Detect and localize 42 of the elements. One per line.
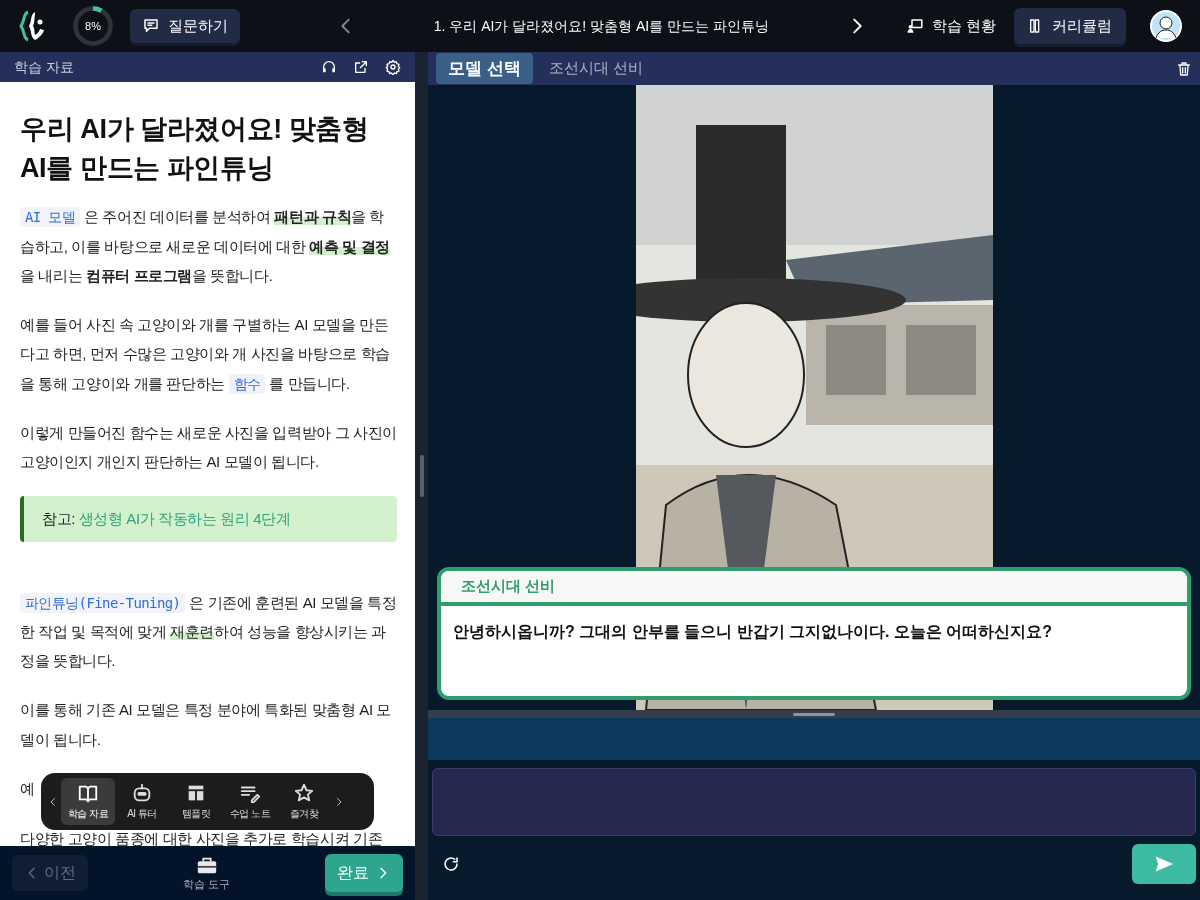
chat-icon [142,17,160,35]
lesson-title: 1. 우리 AI가 달라졌어요! 맞춤형 AI를 만드는 파인튜닝 [432,16,771,36]
tool-tab[interactable]: 템플릿 [169,778,223,825]
paragraph: 예 [20,778,36,799]
panel-title: 학습 자료 [14,57,75,77]
model-tab[interactable]: 모델 선택 [436,52,533,85]
ask-button[interactable]: 질문하기 [130,8,240,44]
paragraph: 파인튜닝(Fine-Tuning) 은 기존에 훈련된 AI 모델을 특정한 작업 및 목적에 맞게 재훈련하여 성능을 향상시키는 과정을 뜻합니다. [20,591,397,672]
paragraph: 이렇게 만들어진 함수는 새로운 사진을 입력받아 그 사진이 고양이인지 개인지 판단하는 AI 모델이 됩니다. [20,422,397,473]
progress-ring [72,5,114,47]
paragraph: AI 모델 은 주어진 데이터를 분석하여 패턴과 규칙을 학습하고, 이를 바탕으로 새로운 데이터에 대한 예측 및 결정 을 내리는 컴퓨터 프로그램을 뜻합니다. [20,206,391,286]
send-button[interactable] [1132,844,1196,884]
tool-tab[interactable]: 학습 자료 [61,778,115,825]
refresh-button[interactable] [442,855,460,873]
delete-button[interactable] [1176,60,1192,77]
settings-button[interactable] [385,59,401,75]
open-external-button[interactable] [353,59,369,75]
article-heading: 우리 AI가 달라졌어요! 맞춤형 AI를 만드는 파인튜닝 [20,113,370,186]
model-tab[interactable]: 조선시대 선비 [536,54,655,83]
learning-status-link[interactable]: 학습 현황 [905,14,996,38]
settings-icon [385,59,401,75]
curriculum-button[interactable]: 커리큘럼 [1014,7,1126,45]
robot-icon [131,782,153,804]
refresh-icon [442,855,460,873]
message-input[interactable] [432,768,1196,836]
speaker-name: 조선시대 선비 [461,577,556,594]
presenter-icon [905,17,924,35]
trash-icon [1176,60,1192,77]
star-icon [293,782,315,804]
paragraph: 다양한 고양이 품종에 대한 사진을 추가로 학습시켜 기존 [20,830,384,846]
external-link-icon [353,59,369,75]
progress-percent: 8% [85,18,101,34]
dialog-message: 안녕하시옵니까? 그대의 안부를 들으니 반갑기 그지없나이다. 오늘은 어떠하신지요? [452,621,1054,642]
avatar[interactable] [1150,10,1182,42]
paragraph: 이를 통해 기존 AI 모델은 특정 분야에 특화된 맞춤형 AI 모델이 됩니다. [20,700,393,750]
learning-tools-button[interactable]: 학습 도구 [176,852,237,894]
tool-tab[interactable]: 즐겨찾 [277,778,331,825]
tool-tab[interactable]: 수업 노트 [223,778,277,825]
send-icon [1154,854,1174,874]
note-label: 참고: [42,510,75,528]
paragraph: 예를 들어 사진 속 고양이와 개를 구별하는 AI 모델을 만든다고 하면, 먼저 수많은 고양이와 개 사진을 바탕으로 학습을 통해 고양이와 개를 판단하는 함수 를 만듭니다. [20,315,391,396]
tool-tab[interactable]: AI 튜터 [115,778,169,825]
